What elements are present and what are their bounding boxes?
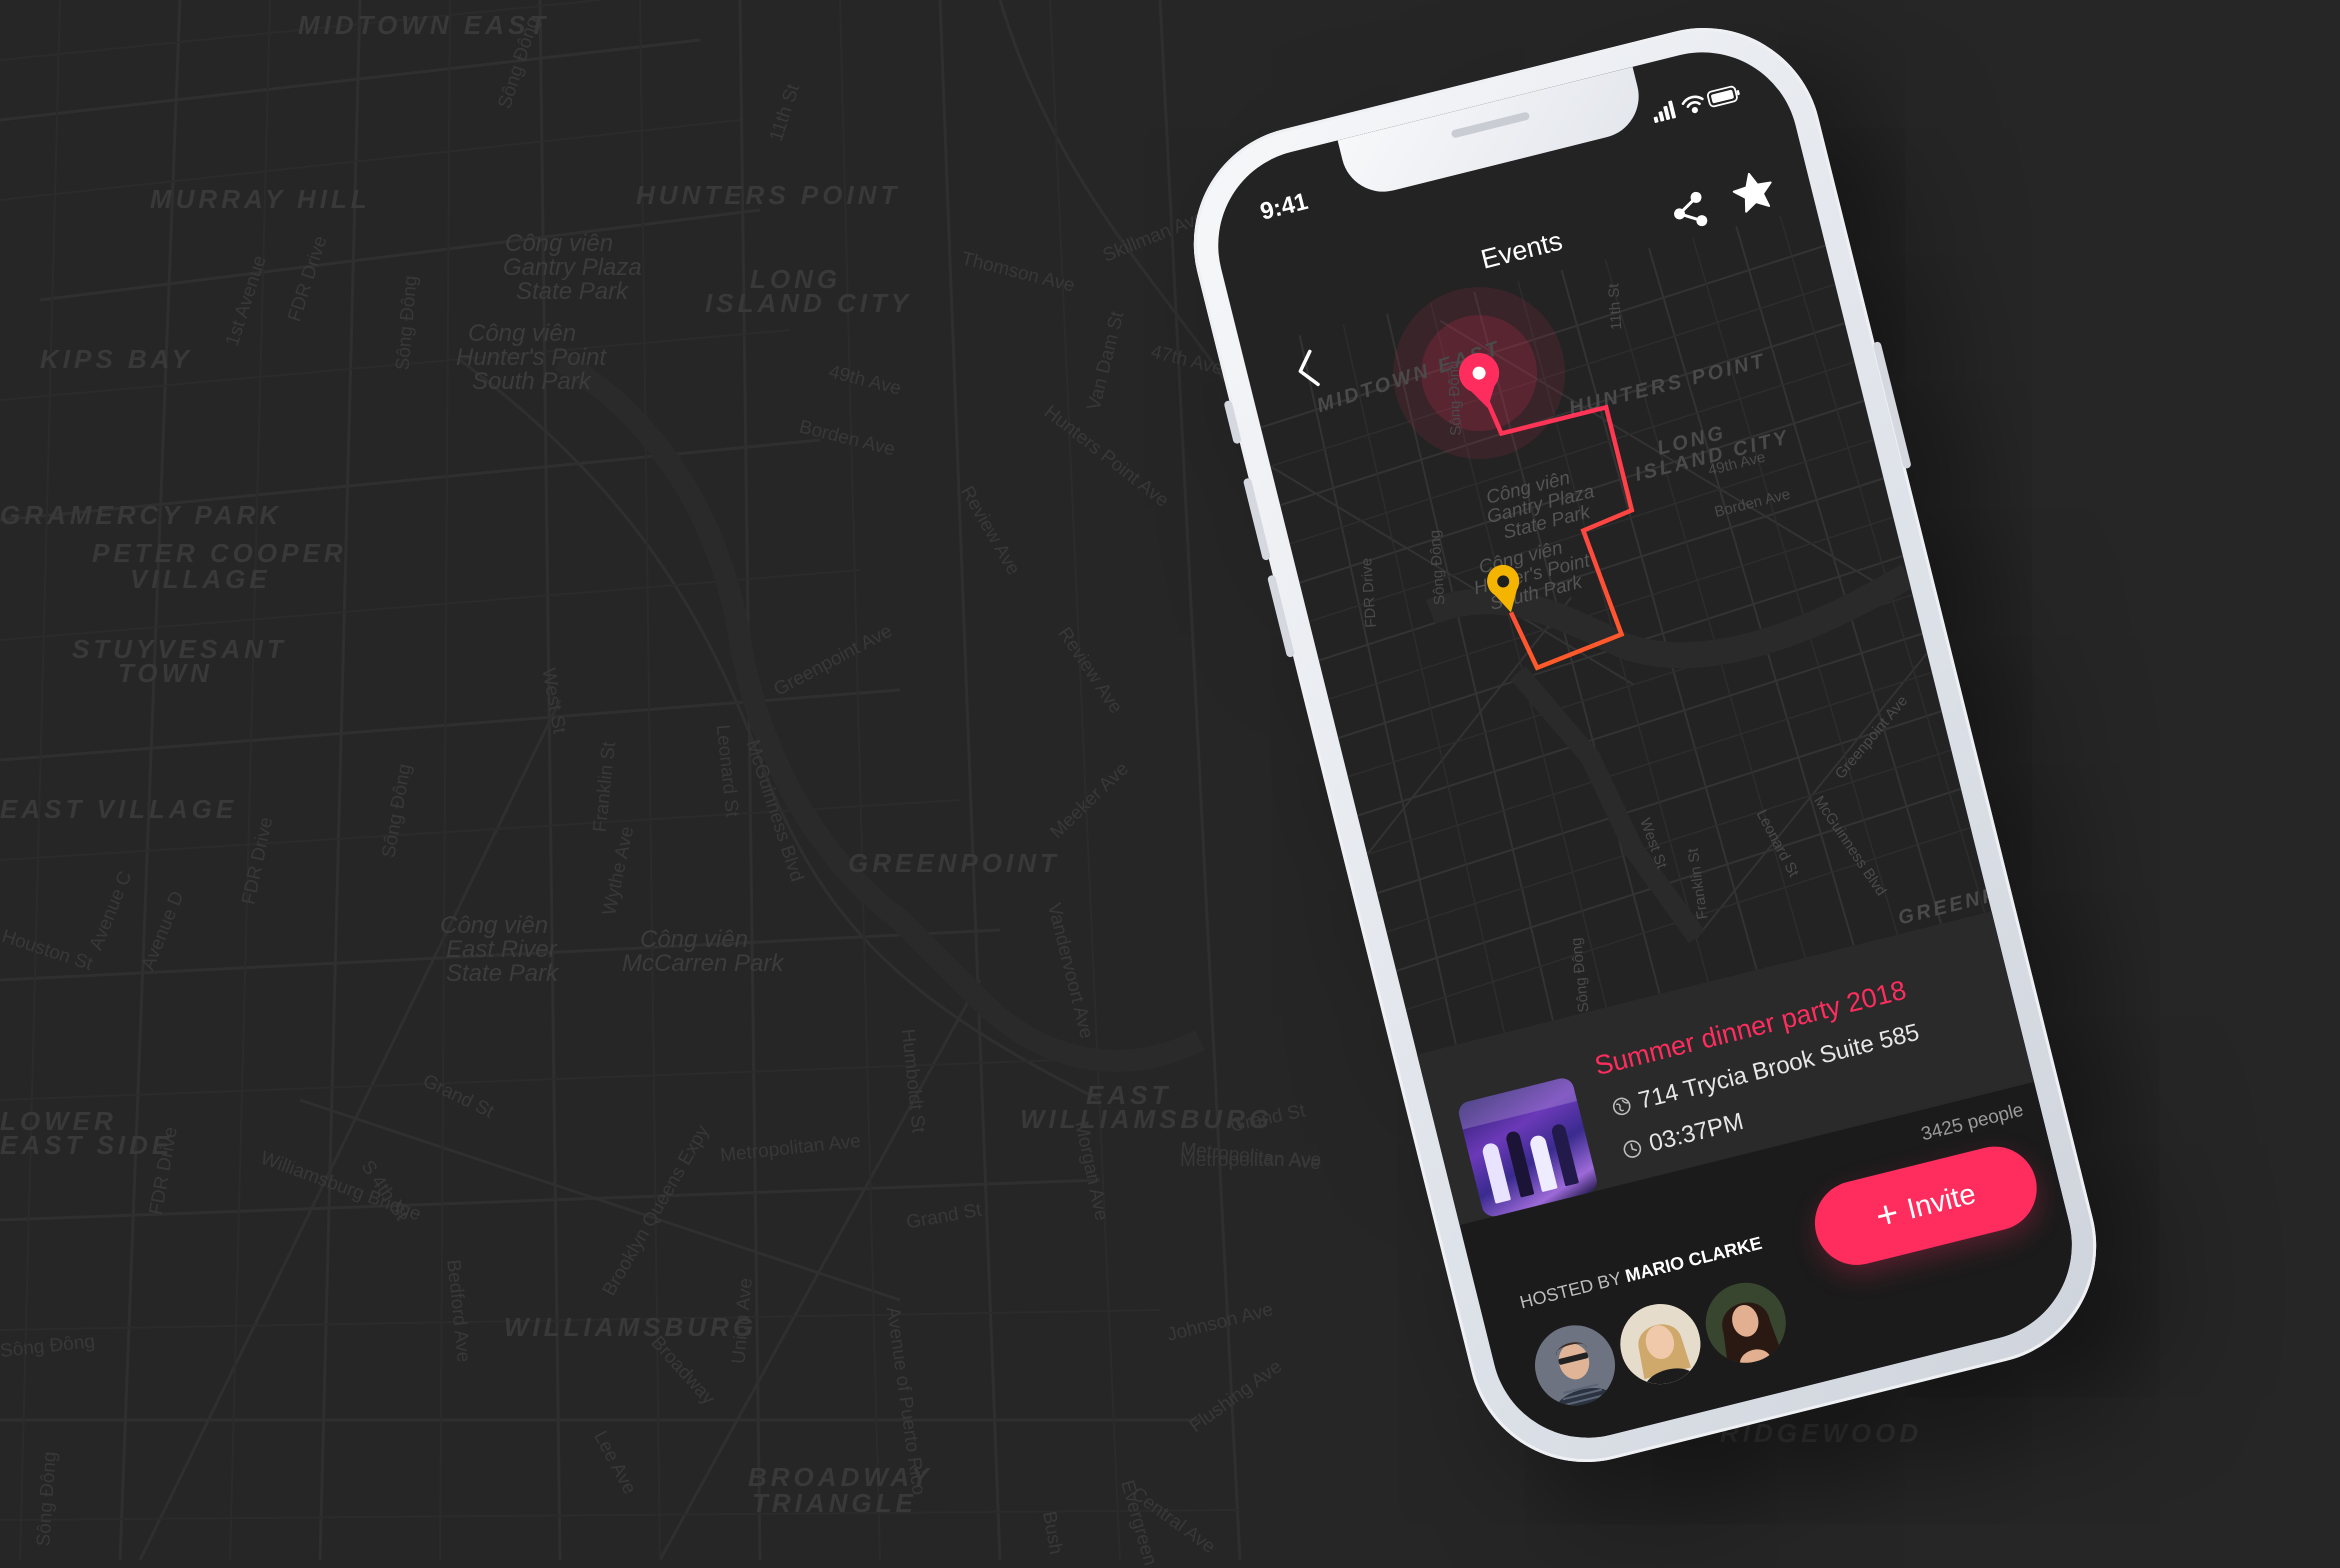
hosted-by-label: HOSTED BY [1517,1267,1624,1313]
battery-icon [1706,85,1740,108]
thumbnail-figure [1481,1141,1512,1204]
avatar-photo [1697,1274,1795,1372]
bg-district-label: HUNTERS POINT [636,180,901,210]
bg-district-label: WILLIAMSBURG [504,1312,758,1342]
invite-button[interactable]: + Invite [1806,1137,2046,1274]
bg-park-label: Công viên [468,320,577,347]
bg-district-label: VILLAGE [130,564,271,594]
bg-park-label: State Park [516,278,629,305]
bg-district-label: GRAMERCY PARK [0,500,283,530]
origin-pin-icon[interactable] [1455,349,1507,413]
people-count: 3425 people [1919,1099,2026,1146]
avatar[interactable] [1526,1316,1624,1414]
bg-park-label: South Park [472,368,591,395]
bg-park-label: State Park [446,960,559,987]
avatar[interactable] [1611,1295,1709,1393]
bg-district-label: MIDTOWN EAST [298,10,550,40]
invite-label: Invite [1903,1177,1979,1226]
bg-district-label: EAST SIDE [0,1130,174,1160]
bg-park-label: McCarren Park [622,950,784,977]
route-path [1482,393,1635,671]
host-name[interactable]: MARIO CLARKE [1623,1233,1764,1286]
bg-district-label: GREENPOINT [848,848,1060,878]
avatar[interactable] [1697,1274,1795,1372]
bg-park-label: Công viên [640,926,749,953]
bg-district-label: MURRAY HILL [150,184,371,214]
bg-park-label: Gantry Plaza [503,254,642,281]
bg-park-label: East River [446,936,557,963]
signal-icon [1653,100,1676,123]
bg-district-label: KIPS BAY [40,344,193,374]
bg-street-label: Metropolitan Ave [1180,1150,1322,1171]
plus-icon: + [1871,1192,1904,1239]
avatar-photo [1526,1316,1624,1414]
bg-district-label: TRIANGLE [752,1488,917,1518]
bg-district-label: ISLAND CITY [705,288,913,318]
bg-park-label: Công viên [440,912,549,939]
bg-district-label: EAST VILLAGE [0,794,238,824]
bg-park-label: Công viên [505,230,614,257]
destination-pin-icon[interactable] [1484,561,1527,616]
bg-park-label: Hunter's Point [456,344,606,371]
avatar-photo [1611,1295,1709,1393]
speaker [1450,111,1531,139]
bg-district-label: TOWN [118,658,213,688]
wifi-icon [1681,95,1704,114]
thumbnail-figure [1528,1133,1558,1193]
